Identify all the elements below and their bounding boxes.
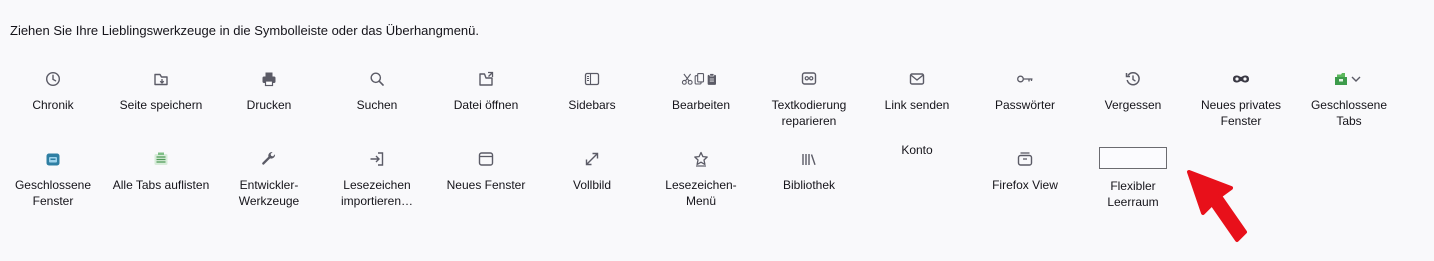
fullscreen-icon bbox=[572, 150, 612, 168]
palette-item-label: Chronik bbox=[32, 98, 74, 112]
import-icon bbox=[357, 150, 397, 168]
palette-item-chronik[interactable]: Chronik bbox=[0, 70, 108, 113]
palette-item-label: Vergessen bbox=[1104, 98, 1162, 112]
palette-item-link-senden[interactable]: Link senden bbox=[862, 70, 972, 113]
palette-item-label: Drucken bbox=[246, 98, 292, 112]
search-icon bbox=[357, 70, 397, 88]
palette-item-label: Firefox View bbox=[992, 178, 1058, 192]
palette-item-label: Entwickler-Werkzeuge bbox=[238, 178, 300, 208]
palette-item-entwickler-werkzeuge[interactable]: Entwickler-Werkzeuge bbox=[214, 150, 324, 209]
palette-item-bearbeiten[interactable]: Bearbeiten bbox=[646, 70, 756, 113]
envelope-icon bbox=[897, 70, 937, 88]
key-icon bbox=[1005, 70, 1045, 88]
palette-item-label: Flexibler Leerraum bbox=[1107, 179, 1159, 209]
palette-item-label: Neues privates Fenster bbox=[1200, 98, 1282, 128]
cut-copy-paste-icon bbox=[681, 70, 721, 88]
palette-item-konto[interactable]: Konto bbox=[862, 142, 972, 158]
private-mask-icon bbox=[1221, 70, 1261, 88]
sidebar-icon bbox=[572, 70, 612, 88]
palette-item-label: Vollbild bbox=[572, 178, 612, 192]
palette-item-sidebars[interactable]: Sidebars bbox=[537, 70, 647, 113]
palette-item-bibliothek[interactable]: Bibliothek bbox=[754, 150, 864, 193]
palette-item-suchen[interactable]: Suchen bbox=[322, 70, 432, 113]
printer-icon bbox=[249, 70, 289, 88]
new-window-icon bbox=[466, 150, 506, 168]
palette-item-label: Lesezeichen-Menü bbox=[665, 178, 737, 208]
palette-item-lesezeichen-importieren[interactable]: Lesezeichen importieren… bbox=[322, 150, 432, 209]
palette-item-label: Alle Tabs auflisten bbox=[112, 178, 210, 192]
palette-item-label: Link senden bbox=[884, 98, 950, 112]
palette-item-flexibler-leerraum[interactable]: Flexibler Leerraum bbox=[1078, 147, 1188, 210]
library-icon bbox=[789, 150, 829, 168]
flexible-space-box bbox=[1099, 147, 1167, 169]
palette-item-label: Bearbeiten bbox=[671, 98, 731, 112]
palette-item-label: Sidebars bbox=[568, 98, 616, 112]
palette-item-geschlossene-tabs[interactable]: Geschlossene Tabs bbox=[1294, 70, 1404, 129]
palette-item-label: Datei öffnen bbox=[453, 98, 519, 112]
palette-item-label: Suchen bbox=[356, 98, 398, 112]
palette-item-firefox-view[interactable]: Firefox View bbox=[970, 150, 1080, 193]
palette-item-drucken[interactable]: Drucken bbox=[214, 70, 324, 113]
palette-item-alle-tabs[interactable]: Alle Tabs auflisten bbox=[106, 150, 216, 193]
palette-item-datei-oeffnen[interactable]: Datei öffnen bbox=[431, 70, 541, 113]
save-page-icon bbox=[141, 70, 181, 88]
open-file-icon bbox=[466, 70, 506, 88]
palette-item-label: Geschlossene Tabs bbox=[1310, 98, 1388, 128]
palette-item-seite-speichern[interactable]: Seite speichern bbox=[106, 70, 216, 113]
palette-item-label: Neues Fenster bbox=[446, 178, 526, 192]
palette-item-textkodierung[interactable]: Textkodierung reparieren bbox=[754, 70, 864, 129]
palette-item-vergessen[interactable]: Vergessen bbox=[1078, 70, 1188, 113]
palette-item-geschlossene-fenster[interactable]: Geschlossene Fenster bbox=[0, 150, 108, 209]
palette-item-label: Passwörter bbox=[994, 98, 1056, 112]
palette-item-label: Seite speichern bbox=[119, 98, 203, 112]
palette-item-label: Geschlossene Fenster bbox=[14, 178, 92, 208]
palette-item-vollbild[interactable]: Vollbild bbox=[537, 150, 647, 193]
text-encoding-icon bbox=[789, 70, 829, 88]
wrench-icon bbox=[249, 150, 289, 168]
palette-item-privates-fenster[interactable]: Neues privates Fenster bbox=[1186, 70, 1296, 129]
palette-item-passwoerter[interactable]: Passwörter bbox=[970, 70, 1080, 113]
clock-icon bbox=[33, 70, 73, 88]
palette-item-label: Bibliothek bbox=[782, 178, 836, 192]
palette-item-neues-fenster[interactable]: Neues Fenster bbox=[431, 150, 541, 193]
red-arrow-annotation bbox=[1187, 170, 1247, 242]
list-tabs-icon bbox=[141, 150, 181, 168]
forget-icon bbox=[1113, 70, 1153, 88]
palette-item-label: Textkodierung reparieren bbox=[771, 98, 847, 128]
palette-item-label: Lesezeichen importieren… bbox=[340, 178, 414, 208]
bookmark-star-icon bbox=[681, 150, 721, 168]
firefox-view-icon bbox=[1005, 150, 1045, 168]
palette-item-label: Konto bbox=[901, 143, 933, 157]
palette-item-lesezeichen-menue[interactable]: Lesezeichen-Menü bbox=[646, 150, 756, 209]
closed-windows-icon bbox=[33, 150, 73, 168]
closed-tabs-icon bbox=[1329, 70, 1369, 88]
